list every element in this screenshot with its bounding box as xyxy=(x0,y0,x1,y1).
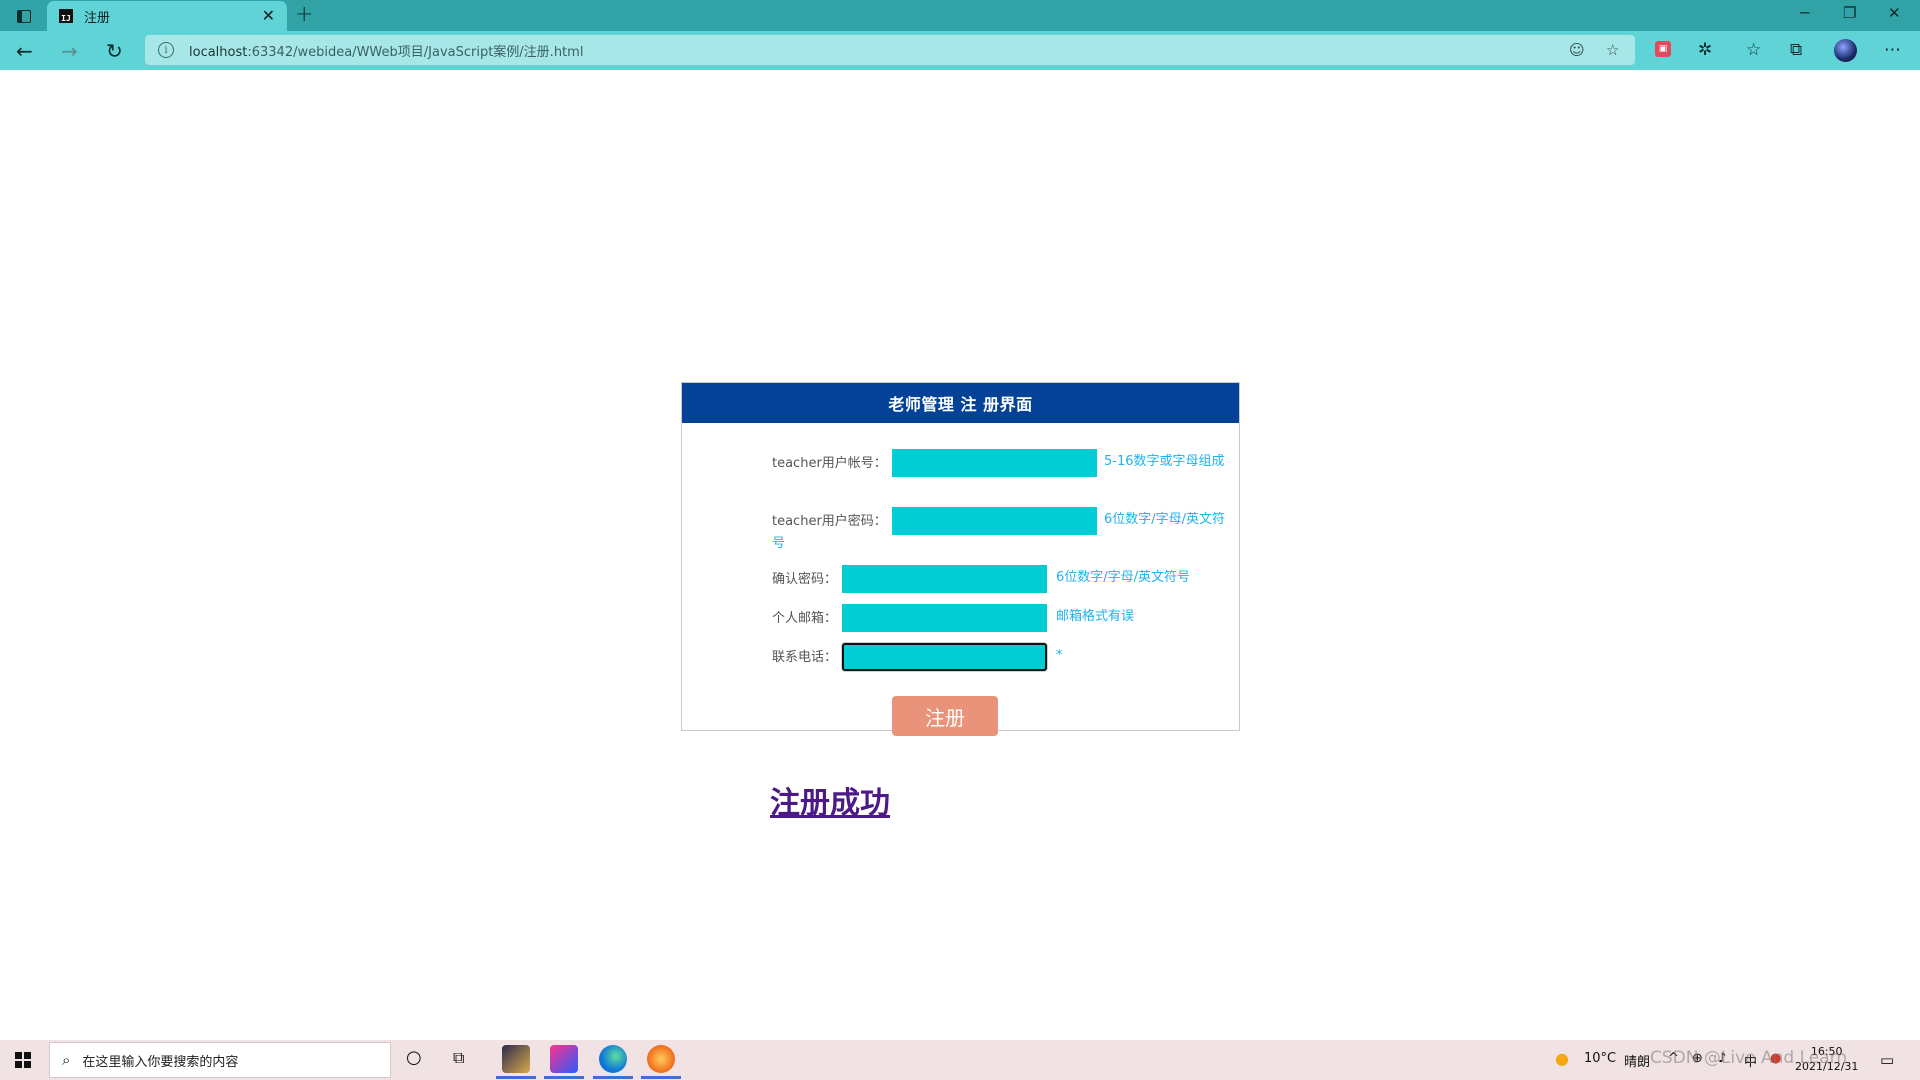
weather-desc: 晴朗 xyxy=(1624,1055,1651,1070)
notification-icon[interactable]: ▭ xyxy=(1880,1051,1894,1069)
weather-temp: 10°C xyxy=(1584,1051,1617,1066)
tab-title: 注册 xyxy=(84,10,111,26)
more-menu-icon[interactable]: ⋯ xyxy=(1884,40,1901,60)
taskbar-edge-icon[interactable] xyxy=(593,1045,633,1079)
refresh-icon[interactable]: ↻ xyxy=(106,39,123,63)
phone-required-marker: * xyxy=(1056,648,1063,663)
forward-icon[interactable]: → xyxy=(61,39,78,63)
add-favorite-icon[interactable]: ☆ xyxy=(1606,41,1619,59)
site-info-icon[interactable]: i xyxy=(158,42,174,58)
register-button[interactable]: 注册 xyxy=(892,696,998,736)
new-tab-icon[interactable]: + xyxy=(295,2,313,27)
email-input[interactable] xyxy=(842,604,1047,632)
windows-start-icon[interactable] xyxy=(15,1052,31,1068)
favorites-icon[interactable]: ☆ xyxy=(1746,40,1761,60)
weather-sun-icon: ● xyxy=(1555,1049,1569,1068)
phone-label: 联系电话： xyxy=(772,650,838,665)
taskbar-app-orange-icon[interactable] xyxy=(641,1045,681,1079)
cortana-icon[interactable]: ○ xyxy=(406,1047,422,1068)
tab-register[interactable]: IJ 注册 ✕ xyxy=(47,1,287,31)
collections-icon[interactable]: ⧉ xyxy=(1790,40,1802,60)
browser-toolbar: ← → ↻ i localhost:63342/webidea/WWeb项目/J… xyxy=(0,31,1920,70)
register-card: 老师管理 注 册界面 teacher用户帐号： 5-16数字或字母组成 teac… xyxy=(681,382,1240,736)
tab-actions-icon[interactable] xyxy=(12,6,36,26)
search-icon: ⌕ xyxy=(62,1051,71,1069)
register-success-link[interactable]: 注册成功 xyxy=(770,778,890,822)
confirm-password-label: 确认密码： xyxy=(772,572,838,587)
search-placeholder: 在这里输入你要搜索的内容 xyxy=(82,1054,239,1070)
form-title: 老师管理 注 册界面 xyxy=(682,383,1239,423)
csdn-watermark: CSDN @Live And Learn xyxy=(1650,1048,1848,1068)
tab-close-icon[interactable]: ✕ xyxy=(262,6,275,25)
address-bar[interactable]: i localhost:63342/webidea/WWeb项目/JavaScr… xyxy=(145,35,1635,65)
confirm-password-input[interactable] xyxy=(842,565,1047,593)
email-label: 个人邮箱： xyxy=(772,611,838,626)
confirm-password-hint: 6位数字/字母/英文符号 xyxy=(1056,570,1191,585)
browser-tab-strip: IJ 注册 ✕ + ─ ❐ ✕ xyxy=(0,0,1920,31)
minimize-icon[interactable]: ─ xyxy=(1800,4,1809,22)
profile-avatar[interactable] xyxy=(1834,39,1857,62)
tracking-prevention-icon[interactable]: ☺ xyxy=(1569,41,1585,59)
intellij-favicon-icon: IJ xyxy=(59,9,73,23)
taskbar-search-box[interactable]: ⌕ 在这里输入你要搜索的内容 xyxy=(49,1042,391,1078)
task-view-icon[interactable]: ⧉ xyxy=(453,1048,464,1068)
window-close-icon[interactable]: ✕ xyxy=(1888,4,1901,22)
email-hint: 邮箱格式有误 xyxy=(1056,609,1135,624)
phone-input[interactable] xyxy=(842,643,1047,671)
back-icon[interactable]: ← xyxy=(16,39,33,63)
taskbar-intellij-icon[interactable] xyxy=(544,1045,584,1079)
url-text[interactable]: localhost:63342/webidea/WWeb项目/JavaScrip… xyxy=(189,41,583,60)
extensions-icon[interactable]: ✲ xyxy=(1698,40,1712,60)
extension-red-icon[interactable]: ▣ xyxy=(1655,41,1671,57)
password-hint: 6位数字/字母/英文符号 xyxy=(772,512,1226,551)
taskbar-app-game-icon[interactable] xyxy=(496,1045,536,1079)
restore-icon[interactable]: ❐ xyxy=(1843,4,1856,22)
account-hint: 5-16数字或字母组成 xyxy=(1104,454,1225,469)
windows-taskbar: ⌕ 在这里输入你要搜索的内容 ○ ⧉ ● 10°C 晴朗 ^ ⊕ ♪ 中 ● 1… xyxy=(0,1040,1920,1080)
